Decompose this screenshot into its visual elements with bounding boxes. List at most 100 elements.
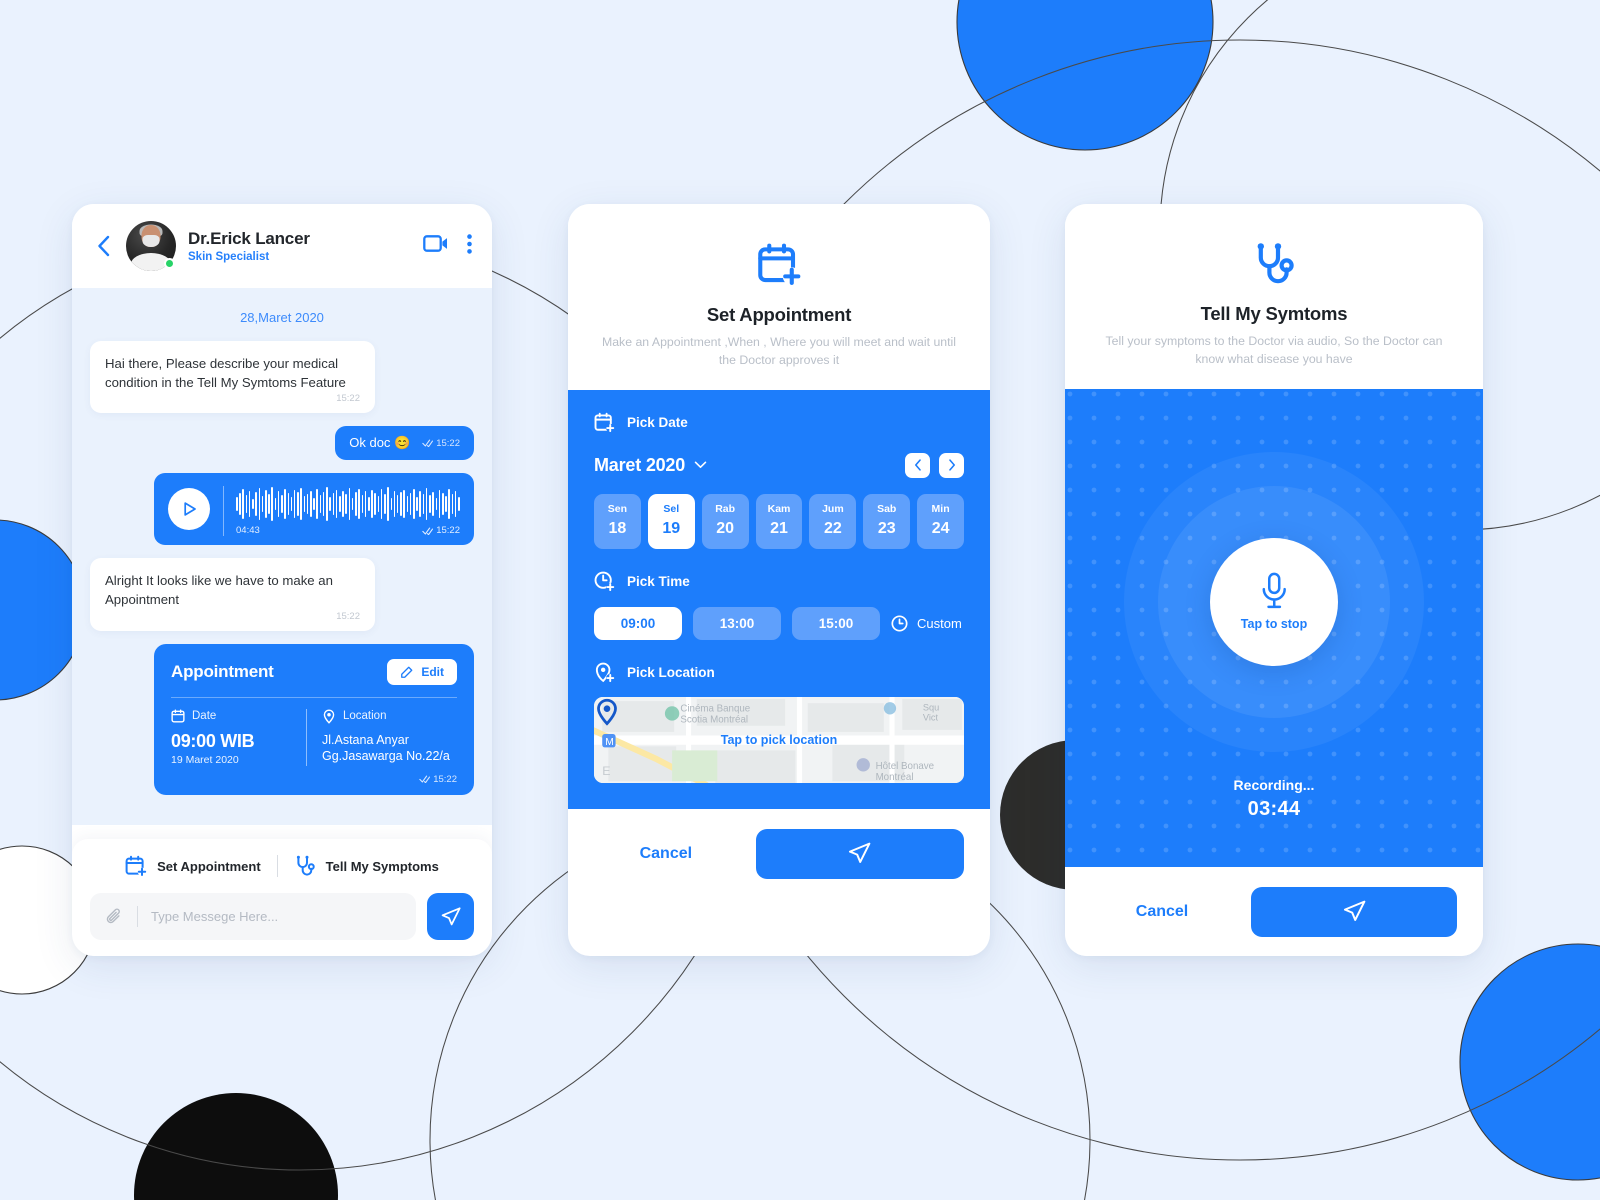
message-input-placeholder: Type Messege Here... [151, 909, 279, 924]
month-selector[interactable]: Maret 2020 [594, 455, 707, 476]
more-options-button[interactable] [467, 233, 472, 259]
date-cell-day-number: 22 [823, 519, 842, 537]
message-row: Alright It looks like we have to make an… [90, 558, 474, 631]
message-row: Hai there, Please describe your medical … [90, 341, 474, 414]
map-pin-icon [597, 698, 617, 726]
chat-header: Dr.Erick Lancer Skin Specialist [72, 204, 492, 288]
date-cell-day-name: Sab [877, 502, 897, 515]
cancel-button[interactable]: Cancel [1091, 903, 1233, 921]
location-label: Location [343, 710, 387, 723]
custom-time-button[interactable]: Custom [891, 615, 962, 632]
stop-recording-button[interactable]: Tap to stop [1210, 537, 1338, 666]
date-cell-23[interactable]: Sab 23 [863, 493, 911, 549]
date-cell-day-number: 19 [662, 519, 681, 537]
play-audio-button[interactable] [168, 488, 210, 531]
date-cell-day-number: 18 [608, 519, 627, 537]
stethoscope-icon [296, 855, 315, 876]
chat-footer: Set Appointment Tell My Symptoms Type Me… [72, 839, 492, 956]
date-cell-day-number: 20 [716, 519, 735, 537]
message-input-wrapper[interactable]: Type Messege Here... [90, 893, 416, 940]
clock-icon [891, 615, 908, 632]
appointment-location-block: Location Jl.Astana Anyar Gg.Jasawarga No… [306, 708, 457, 766]
page-title: Tell My Symtoms [1200, 303, 1348, 324]
date-cell-20[interactable]: Rab 20 [701, 493, 749, 549]
calendar-icon [171, 709, 185, 723]
map-preview[interactable]: M E Cinéma Banque Scotia Montréal Hôtel … [594, 696, 964, 783]
date-cell-19[interactable]: Sel 19 [647, 493, 695, 549]
recording-status-text: Recording... [1233, 776, 1315, 793]
quick-action-label: Set Appointment [157, 858, 261, 874]
next-month-button[interactable] [939, 452, 964, 478]
send-message-button[interactable] [427, 893, 474, 940]
custom-time-label: Custom [917, 615, 962, 631]
date-label: Date [192, 709, 217, 722]
message-text: Hai there, Please describe your medical … [105, 356, 346, 391]
send-recording-button[interactable] [1251, 886, 1457, 937]
clock-plus-icon [594, 571, 615, 592]
date-cell-day-number: 23 [877, 519, 896, 537]
message-timestamp: 15:22 [436, 437, 460, 449]
quick-action-set-appointment[interactable]: Set Appointment [109, 853, 277, 879]
appointment-date: 19 Maret 2020 [171, 753, 239, 766]
pick-time-label: Pick Time [627, 573, 690, 589]
date-cell-22[interactable]: Jum 22 [809, 493, 857, 549]
appointment-card: Appointment Edit Date 09:00 WIB 19 Maret… [154, 643, 474, 795]
audio-message-bubble[interactable]: 04:43 15:22 [154, 473, 474, 546]
date-cell-day-name: Sen [607, 502, 628, 515]
date-cell-21[interactable]: Kam 21 [755, 493, 803, 549]
quick-action-tell-my-symptoms[interactable]: Tell My Symptoms [278, 853, 455, 879]
pick-date-label: Pick Date [627, 414, 688, 430]
confirm-appointment-button[interactable] [755, 828, 964, 879]
date-cell-day-name: Sel [663, 502, 680, 515]
audio-recorder-panel: Tap to stop Recording... 03:44 [1065, 388, 1483, 867]
appointment-time: 09:00 WIB [171, 730, 255, 751]
date-cell-day-name: Jum [822, 502, 844, 515]
calendar-plus-icon [594, 412, 615, 433]
cancel-button[interactable]: Cancel [594, 845, 738, 863]
chat-date-divider: 28,Maret 2020 [240, 310, 324, 325]
time-slot-1500[interactable]: 15:00 [792, 606, 880, 640]
chat-screen: Dr.Erick Lancer Skin Specialist 28,Maret… [72, 204, 492, 956]
chevron-down-icon [694, 461, 707, 469]
chevron-right-icon [948, 459, 955, 472]
avatar[interactable] [126, 221, 176, 271]
set-appointment-screen: Set Appointment Make an Appointment ,Whe… [568, 204, 990, 956]
time-slot-1300[interactable]: 13:00 [693, 606, 781, 640]
send-icon [441, 906, 461, 925]
back-button[interactable] [92, 231, 114, 261]
message-text: Alright It looks like we have to make an… [105, 573, 333, 608]
doctor-role: Skin Specialist [188, 251, 270, 264]
map-cta-label: Tap to pick location [720, 732, 838, 747]
paperclip-icon [106, 908, 120, 924]
page-subtitle: Make an Appointment ,When , Where you wi… [601, 335, 957, 368]
time-slot-0900[interactable]: 09:00 [594, 606, 682, 640]
message-receipt: 15:22 [422, 525, 460, 536]
online-status-dot [164, 258, 175, 269]
edit-appointment-button[interactable]: Edit [387, 658, 457, 685]
symptoms-sheet-header: Tell My Symtoms Tell your symptoms to th… [1065, 204, 1483, 389]
appointment-card-title: Appointment [171, 661, 274, 681]
more-vertical-icon [467, 233, 472, 254]
date-picker-strip: Sen 18 Sel 19 Rab 20 Kam 21 Jum 22 Sab 23 Min 24 [594, 493, 965, 549]
chevron-left-icon [97, 235, 109, 257]
video-call-button[interactable] [423, 234, 449, 258]
message-timestamp: 15:22 [433, 773, 457, 785]
date-cell-day-name: Kam [767, 502, 791, 515]
message-receipt: 15:22 [171, 774, 457, 785]
date-cell-day-name: Min [931, 502, 950, 515]
date-cell-24[interactable]: Min 24 [917, 493, 965, 549]
calendar-plus-icon [125, 855, 147, 876]
message-row: Ok doc 😊 15:22 [90, 426, 474, 461]
video-camera-icon [423, 235, 447, 252]
date-cell-day-number: 24 [931, 519, 950, 537]
prev-month-button[interactable] [905, 452, 930, 478]
date-cell-18[interactable]: Sen 18 [594, 493, 641, 549]
message-receipt: 15:22 [422, 438, 460, 449]
message-text: Ok doc 😊 [349, 435, 411, 451]
appointment-form-panel: Pick Date Maret 2020 Sen 18 Sel 19 Rab 2… [568, 389, 990, 809]
double-check-icon [422, 527, 434, 535]
double-check-icon [422, 439, 434, 448]
page-title: Set Appointment [706, 304, 852, 325]
date-cell-day-number: 21 [770, 519, 788, 537]
audio-waveform [236, 486, 460, 522]
